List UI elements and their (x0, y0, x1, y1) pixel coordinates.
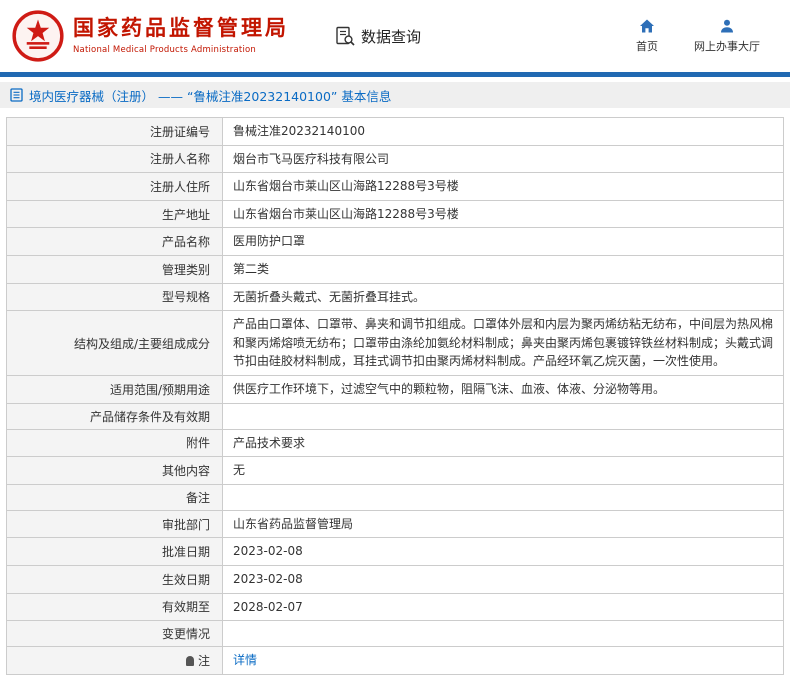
row-value: 产品由口罩体、口罩带、鼻夹和调节扣组成。口罩体外层和内层为聚丙烯纺粘无纺布，中间… (222, 310, 784, 376)
table-row: 生产地址 山东省烟台市莱山区山海路12288号3号楼 (6, 199, 784, 229)
table-row: 产品储存条件及有效期 (6, 402, 784, 430)
row-value: 供医疗工作环境下，过滤空气中的颗粒物，阻隔飞沫、血液、体液、分泌物等用。 (222, 374, 784, 404)
info-table: 注册证编号 鲁械注准20232140100 注册人名称 烟台市飞马医疗科技有限公司 注册… (6, 117, 784, 675)
top-links: 首页 网上办事大厅 (636, 18, 760, 54)
row-label: 结构及组成/主要组成成分 (6, 310, 223, 376)
row-value: 山东省药品监督管理局 (222, 509, 784, 539)
row-label: 备注 (6, 483, 223, 511)
page-title: 境内医疗器械（注册） —— “鲁械注准20232140100” 基本信息 (29, 88, 392, 104)
row-value: 详情 (222, 646, 784, 675)
table-row: 产品名称 医用防护口罩 (6, 227, 784, 256)
table-row: 备注 (6, 483, 784, 511)
table-row: 审批部门 山东省药品监督管理局 (6, 509, 784, 539)
row-value: 无 (222, 456, 784, 485)
table-row: 附件 产品技术要求 (6, 428, 784, 458)
row-label: 生产地址 (6, 199, 223, 229)
online-hall-link[interactable]: 网上办事大厅 (694, 18, 760, 54)
row-label: 有效期至 (6, 592, 223, 622)
row-label: 批准日期 (6, 537, 223, 566)
row-label: 审批部门 (6, 509, 223, 539)
header: 国家药品监督管理局 National Medical Products Admi… (0, 0, 790, 72)
row-label: 注册证编号 (6, 117, 223, 146)
home-link-label: 首页 (636, 40, 658, 53)
document-search-icon (336, 26, 355, 46)
nmpa-emblem-logo (12, 10, 64, 62)
org-name-cn: 国家药品监督管理局 (73, 16, 289, 41)
data-query-label: 数据查询 (361, 27, 422, 46)
row-label: 其他内容 (6, 456, 223, 485)
document-icon (10, 88, 23, 102)
home-link[interactable]: 首页 (636, 18, 658, 54)
table-row: 注册证编号 鲁械注准20232140100 (6, 117, 784, 146)
row-value: 2023-02-08 (222, 537, 784, 566)
row-value: 鲁械注准20232140100 (222, 117, 784, 146)
row-label: 注册人名称 (6, 144, 223, 174)
table-row: 有效期至 2028-02-07 (6, 592, 784, 622)
row-value: 烟台市飞马医疗科技有限公司 (222, 144, 784, 174)
data-query-nav[interactable]: 数据查询 (335, 26, 421, 47)
row-value: 2028-02-07 (222, 592, 784, 622)
note-icon (185, 655, 194, 666)
row-label: 附件 (6, 428, 223, 458)
row-label: 产品储存条件及有效期 (6, 402, 223, 430)
row-value: 山东省烟台市莱山区山海路12288号3号楼 (222, 172, 784, 201)
table-row: 其他内容无 (6, 456, 784, 485)
page: 国家药品监督管理局 National Medical Products Admi… (0, 0, 790, 675)
brand-text: 国家药品监督管理局 National Medical Products Admi… (73, 16, 289, 55)
row-label: 产品名称 (6, 227, 223, 256)
row-label: 变更情况 (6, 620, 223, 648)
row-label: 型号规格 (6, 282, 223, 312)
table-row: 变更情况 (6, 620, 784, 648)
row-label: 注 (6, 646, 223, 675)
org-name-en: National Medical Products Administration (73, 44, 256, 55)
table-row: 管理类别 第二类 (6, 254, 784, 284)
row-value (222, 620, 784, 648)
row-label: 管理类别 (6, 254, 223, 284)
detail-link[interactable]: 详情 (233, 653, 257, 667)
brand: 国家药品监督管理局 National Medical Products Admi… (12, 10, 289, 62)
online-hall-link-label: 网上办事大厅 (694, 40, 760, 53)
table-row: 适用范围/预期用途 供医疗工作环境下，过滤空气中的颗粒物，阻隔飞沫、血液、体液、分… (6, 374, 784, 404)
table-row: 型号规格 无菌折叠头戴式、无菌折叠耳挂式。 (6, 282, 784, 312)
row-value: 第二类 (222, 254, 784, 284)
row-value: 产品技术要求 (222, 428, 784, 458)
main-content: 注册证编号 鲁械注准20232140100 注册人名称 烟台市飞马医疗科技有限公司 注册… (6, 117, 784, 675)
row-value: 无菌折叠头戴式、无菌折叠耳挂式。 (222, 282, 784, 312)
row-value (222, 402, 784, 430)
row-value (222, 483, 784, 511)
header-accent-strip (0, 72, 790, 77)
table-row: 注详情 (6, 646, 784, 675)
breadcrumb: 境内医疗器械（注册） —— “鲁械注准20232140100” 基本信息 (0, 82, 790, 108)
table-row: 生效日期 2023-02-08 (6, 564, 784, 594)
table-row: 批准日期 2023-02-08 (6, 537, 784, 566)
table-row: 注册人名称 烟台市飞马医疗科技有限公司 (6, 144, 784, 174)
table-row: 注册人住所 山东省烟台市莱山区山海路12288号3号楼 (6, 172, 784, 201)
table-row: 结构及组成/主要组成成分 产品由口罩体、口罩带、鼻夹和调节扣组成。口罩体外层和内层… (6, 310, 784, 376)
row-label: 适用范围/预期用途 (6, 374, 223, 404)
home-icon (640, 19, 654, 33)
user-icon (721, 19, 733, 33)
row-label: 生效日期 (6, 564, 223, 594)
row-label: 注册人住所 (6, 172, 223, 201)
row-value: 山东省烟台市莱山区山海路12288号3号楼 (222, 199, 784, 229)
row-value: 医用防护口罩 (222, 227, 784, 256)
row-value: 2023-02-08 (222, 564, 784, 594)
